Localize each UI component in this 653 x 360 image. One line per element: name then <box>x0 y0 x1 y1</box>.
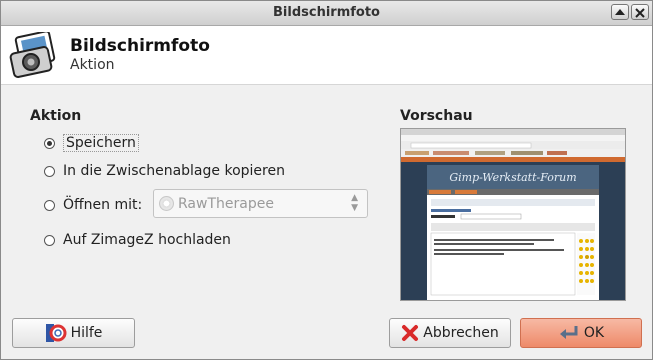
help-label: Hilfe <box>70 325 103 341</box>
preview-thumbnail: Gimp-Werkstatt-Forum <box>401 129 625 300</box>
radio-upload[interactable] <box>44 234 55 246</box>
dialog-header: Bildschirmfoto Aktion <box>1 26 652 85</box>
radio-save[interactable] <box>44 137 55 149</box>
dialog-window: Bildschirmfoto Bildschirmfoto Aktion Akt… <box>0 0 653 360</box>
option-open-with[interactable]: Öffnen mit: <box>44 194 142 216</box>
option-open-with-label: Öffnen mit: <box>63 197 143 213</box>
cancel-label: Abbrechen <box>423 325 499 341</box>
action-heading: Aktion <box>30 108 82 124</box>
option-save[interactable]: Speichern <box>44 132 139 154</box>
app-icon <box>159 196 174 211</box>
option-upload[interactable]: Auf ZimageZ hochladen <box>44 229 231 251</box>
svg-text:Gimp-Werkstatt-Forum: Gimp-Werkstatt-Forum <box>449 171 576 184</box>
cancel-button[interactable]: Abbrechen <box>389 318 511 348</box>
cancel-icon <box>401 324 419 342</box>
option-save-label: Speichern <box>63 134 139 152</box>
screenshot-preview: Gimp-Werkstatt-Forum <box>400 128 626 301</box>
ok-label: OK <box>583 325 605 341</box>
help-button[interactable]: Hilfe <box>12 318 135 348</box>
close-icon <box>635 8 645 18</box>
maximize-button[interactable] <box>611 4 629 20</box>
preview-heading: Vorschau <box>400 108 473 124</box>
camera-icon <box>9 32 56 78</box>
option-clipboard[interactable]: In die Zwischenablage kopieren <box>44 160 285 182</box>
arrow-up-icon <box>615 9 625 15</box>
option-clipboard-label: In die Zwischenablage kopieren <box>63 163 285 179</box>
spin-arrows-icon: ▲ ▼ <box>351 193 358 213</box>
window-title: Bildschirmfoto <box>273 5 380 20</box>
ok-button[interactable]: OK <box>520 318 642 348</box>
header-title: Bildschirmfoto <box>70 36 210 56</box>
radio-open-with[interactable] <box>44 199 55 211</box>
help-icon <box>45 322 67 344</box>
option-upload-label: Auf ZimageZ hochladen <box>63 232 231 248</box>
open-with-value: RawTherapee <box>178 196 274 212</box>
enter-arrow-icon <box>558 324 580 342</box>
header-subtitle: Aktion <box>70 57 115 73</box>
radio-clipboard[interactable] <box>44 165 55 177</box>
open-with-select[interactable]: RawTherapee ▲ ▼ <box>153 189 368 218</box>
close-button[interactable] <box>631 4 649 20</box>
title-bar[interactable]: Bildschirmfoto <box>1 1 652 26</box>
